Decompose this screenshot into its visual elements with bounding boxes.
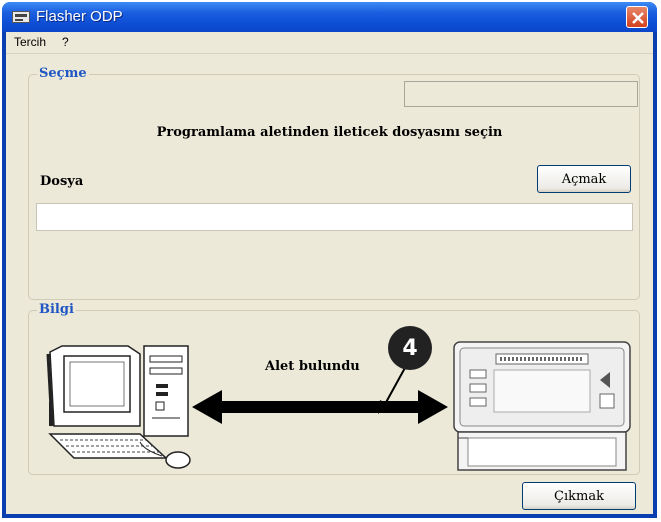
title-bar[interactable]: Flasher ODP <box>2 2 657 32</box>
flasher-app-icon <box>12 11 30 23</box>
app-window: Flasher ODP Tercih ? Seçme Programlama a… <box>2 2 657 518</box>
selection-group-title: Seçme <box>37 66 89 81</box>
window-client-area: Tercih ? Seçme Programlama aletinden ile… <box>6 32 653 514</box>
callout-badge: 4 <box>388 326 432 370</box>
open-button[interactable]: Açmak <box>537 165 631 193</box>
status-field <box>404 81 638 107</box>
info-group-title: Bilgi <box>37 302 76 317</box>
exit-button[interactable]: Çıkmak <box>522 482 636 510</box>
computer-illustration <box>46 345 191 469</box>
window-title: Flasher ODP <box>36 8 123 25</box>
programming-device-illustration <box>453 341 631 471</box>
callout-pointer <box>378 365 407 414</box>
close-button[interactable] <box>626 6 648 28</box>
instruction-text: Programlama aletinden ileticek dosyasını… <box>156 125 503 140</box>
file-label: Dosya <box>40 174 84 189</box>
menu-item-tercih[interactable]: Tercih <box>14 35 46 49</box>
menu-bar: Tercih ? <box>6 32 653 54</box>
device-found-text: Alet bulundu <box>265 359 360 374</box>
close-icon <box>632 12 644 24</box>
file-path-input[interactable] <box>36 203 633 231</box>
menu-item-help[interactable]: ? <box>62 35 69 49</box>
